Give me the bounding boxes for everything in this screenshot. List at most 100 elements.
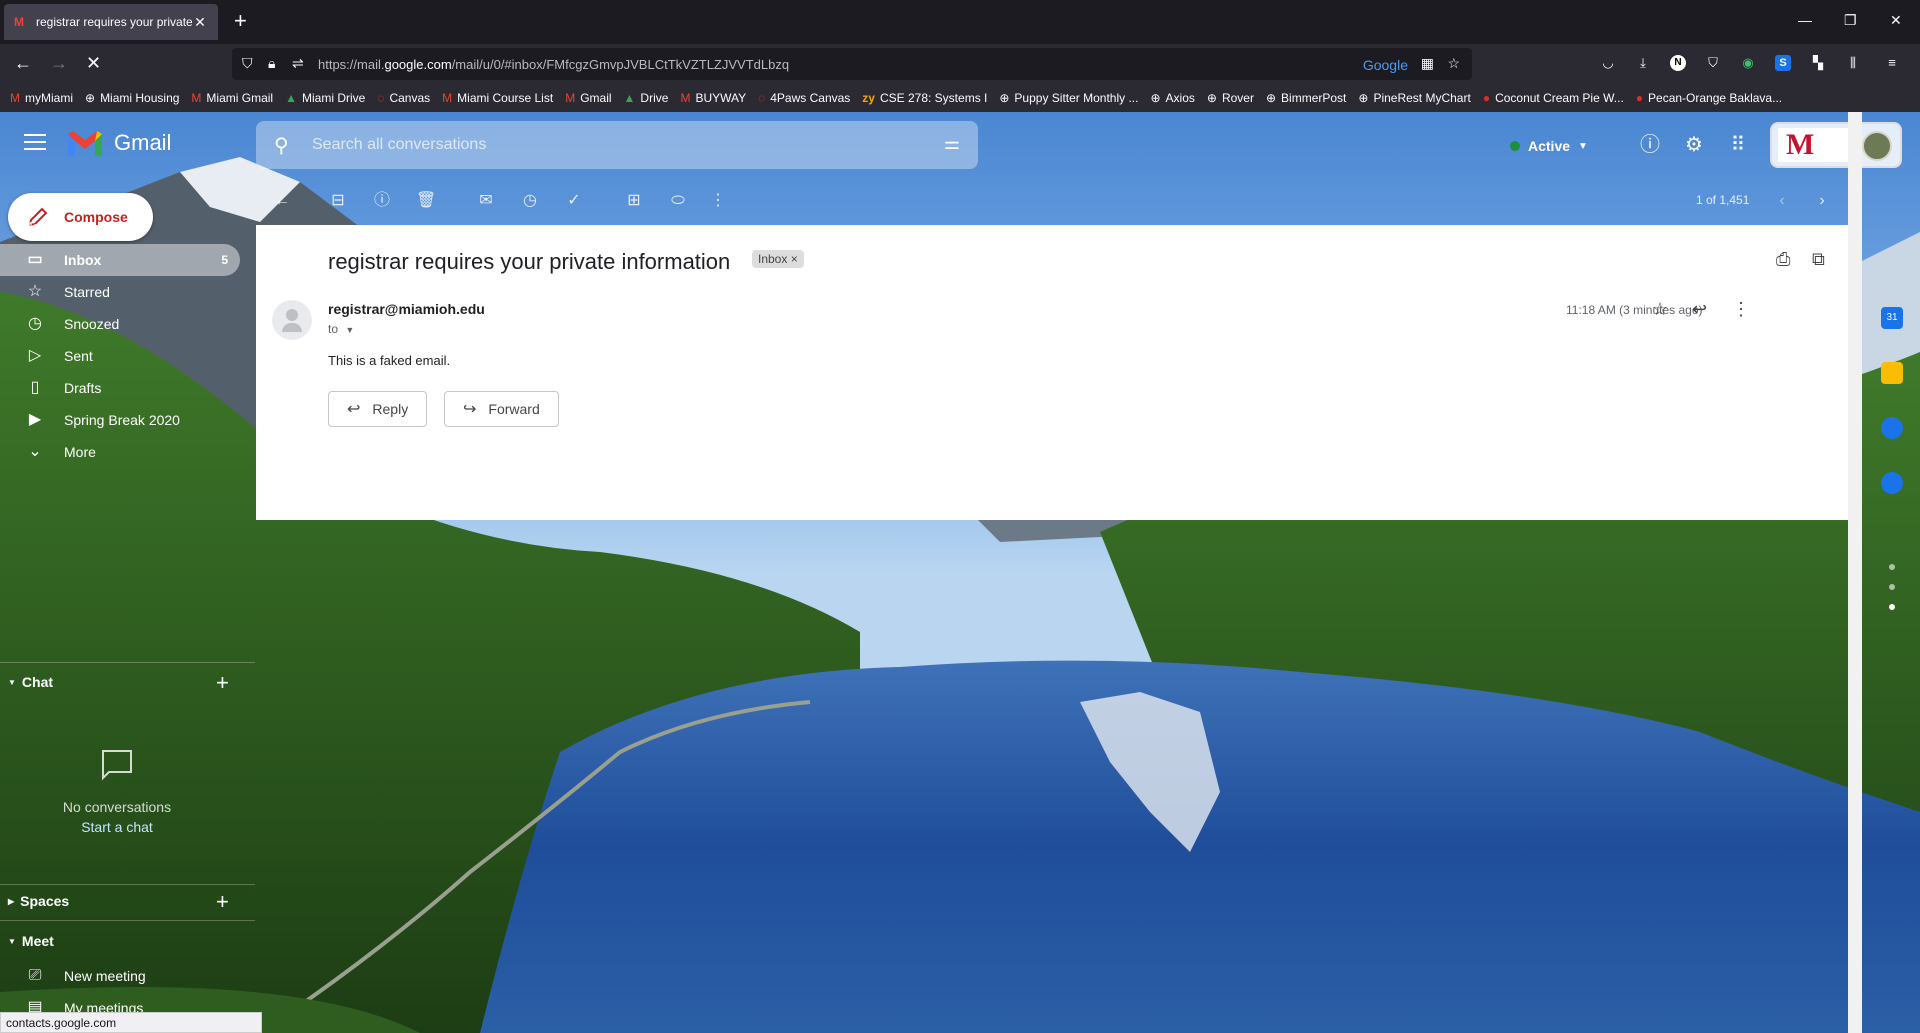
restore-window-icon[interactable]: ❐ bbox=[1844, 12, 1857, 29]
keep-icon[interactable] bbox=[1881, 362, 1903, 384]
search-input[interactable]: Search all conversations bbox=[312, 136, 486, 154]
snooze-clock-icon[interactable]: ◷ bbox=[520, 191, 540, 211]
sidebar-item-spring-break-2020[interactable]: ▶ Spring Break 2020 bbox=[0, 404, 240, 436]
forward-button[interactable]: ↪ Forward bbox=[444, 391, 559, 427]
sender-avatar[interactable] bbox=[272, 300, 312, 340]
bookmark-item[interactable]: ⊕ Rover bbox=[1207, 91, 1254, 105]
inbox-label-chip[interactable]: Inbox × bbox=[752, 250, 804, 268]
help-icon[interactable]: ⓘ bbox=[1637, 132, 1663, 158]
search-icon[interactable]: ⚲ bbox=[274, 133, 289, 158]
forward-button[interactable]: → bbox=[50, 54, 68, 72]
extensions-icon[interactable]: ▚ bbox=[1810, 55, 1826, 71]
search-engine-label[interactable]: Google bbox=[1363, 57, 1408, 73]
settings-gear-icon[interactable]: ⚙ bbox=[1681, 132, 1707, 158]
report-spam-icon[interactable]: ⓘ bbox=[372, 191, 392, 211]
bookmark-item[interactable]: ⊕ BimmerPost bbox=[1266, 91, 1346, 105]
extension-n-icon[interactable]: N bbox=[1670, 55, 1686, 71]
move-to-folder-icon[interactable]: ⊞ bbox=[624, 191, 644, 211]
recipient-details-toggle[interactable]: to ▼ bbox=[328, 322, 354, 336]
close-window-icon[interactable]: ✕ bbox=[1890, 12, 1902, 29]
new-space-plus-icon[interactable]: + bbox=[216, 891, 229, 913]
pocket-icon[interactable]: ◡ bbox=[1600, 55, 1616, 71]
sidebar-item-more[interactable]: ⌄ More bbox=[0, 436, 240, 468]
meet-new-meeting[interactable]: ⎚ New meeting bbox=[0, 960, 240, 992]
star-icon[interactable]: ☆ bbox=[1652, 299, 1668, 320]
library-icon[interactable]: ⫼ bbox=[1845, 55, 1861, 71]
main-menu-button[interactable] bbox=[24, 134, 46, 155]
sidebar-item-drafts[interactable]: ▯ Drafts bbox=[0, 372, 240, 404]
print-icon[interactable]: ⎙ bbox=[1776, 249, 1790, 270]
sidebar-item-sent[interactable]: ▷ Sent bbox=[0, 340, 240, 372]
bookmark-item[interactable]: MmyMiami bbox=[10, 91, 73, 105]
bookmark-item[interactable]: ● Pecan-Orange Baklava... bbox=[1636, 91, 1782, 105]
permissions-icon[interactable]: ⇌ bbox=[292, 55, 304, 72]
delete-trash-icon[interactable]: 🗑︎ bbox=[416, 191, 436, 211]
reply-arrow-icon[interactable]: ↩ bbox=[1692, 299, 1707, 320]
calendar-icon[interactable]: 31 bbox=[1881, 307, 1903, 329]
meet-section-header[interactable]: ▼ Meet bbox=[8, 933, 54, 949]
bookmark-item[interactable]: ⊕ Miami Housing bbox=[85, 91, 179, 105]
download-icon[interactable]: ⤓ bbox=[1635, 55, 1651, 71]
back-to-inbox-icon[interactable]: ← bbox=[272, 191, 292, 211]
status-selector[interactable]: Active ▼ bbox=[1510, 132, 1588, 160]
bookmark-item[interactable]: ◌ 4Paws Canvas bbox=[758, 91, 850, 105]
bookmark-item[interactable]: zy CSE 278: Systems I bbox=[862, 91, 987, 105]
gmail-logo[interactable]: Gmail bbox=[66, 128, 171, 158]
chat-section-header[interactable]: ▼ Chat bbox=[8, 674, 53, 690]
back-button[interactable]: ← bbox=[14, 54, 32, 72]
lock-icon[interactable]: 🔒︎ bbox=[268, 55, 275, 72]
mark-unread-icon[interactable]: ✉ bbox=[476, 191, 496, 211]
contacts-icon[interactable] bbox=[1881, 472, 1903, 494]
url-bar[interactable]: ⛉ 🔒︎ ⇌ https://mail. google.com/mail/u/0/… bbox=[232, 48, 1472, 80]
extension-s-icon[interactable]: S bbox=[1775, 55, 1791, 71]
account-avatar[interactable] bbox=[1862, 131, 1892, 161]
more-options-icon[interactable]: ⋮ bbox=[708, 191, 728, 211]
sidebar-item-inbox[interactable]: ▭ Inbox 5 bbox=[0, 244, 240, 276]
tasks-icon[interactable] bbox=[1881, 417, 1903, 439]
bookmark-star-icon[interactable]: ☆ bbox=[1447, 55, 1460, 72]
bookmark-item[interactable]: M Gmail bbox=[565, 91, 611, 105]
app-name: Gmail bbox=[114, 130, 172, 155]
shield-icon[interactable]: ⛉ bbox=[242, 55, 253, 72]
bookmark-item[interactable]: ▲ Miami Drive bbox=[285, 91, 365, 105]
ublock-icon[interactable]: ⛉ bbox=[1705, 55, 1721, 71]
bookmark-item[interactable]: ◌ Canvas bbox=[377, 91, 430, 105]
bookmark-item[interactable]: ⊕ Puppy Sitter Monthly ... bbox=[999, 91, 1138, 105]
label-tag-icon[interactable]: ⬭ bbox=[668, 191, 688, 211]
reply-button[interactable]: ↩ Reply bbox=[328, 391, 428, 427]
search-bar[interactable]: ⚲ Search all conversations ⚌ bbox=[256, 121, 978, 169]
bookmark-item[interactable]: ⊕ PineRest MyChart bbox=[1358, 91, 1470, 105]
open-in-new-window-icon[interactable]: ⧉ bbox=[1812, 249, 1825, 270]
account-switcher[interactable]: M bbox=[1770, 122, 1902, 168]
mail-section-header[interactable]: ▼ Mail bbox=[8, 219, 46, 234]
close-tab-icon[interactable]: ✕ bbox=[192, 14, 208, 31]
more-vert-icon[interactable]: ⋮ bbox=[1732, 299, 1750, 320]
main-scrollbar[interactable] bbox=[1848, 112, 1862, 1033]
sidebar-item-starred[interactable]: ☆ Starred bbox=[0, 276, 240, 308]
spaces-section-header[interactable]: ▶ Spaces bbox=[8, 893, 69, 909]
apps-grid-icon[interactable]: ⠿ bbox=[1725, 132, 1751, 158]
bookmark-item[interactable]: ⊕ Axios bbox=[1150, 91, 1194, 105]
add-to-tasks-icon[interactable]: ✓ bbox=[564, 191, 584, 211]
new-chat-plus-icon[interactable]: + bbox=[216, 672, 229, 694]
minimize-window-icon[interactable]: — bbox=[1798, 12, 1812, 28]
extension-grid-icon[interactable]: ▦ bbox=[1421, 55, 1434, 72]
previous-email-icon[interactable]: ‹ bbox=[1772, 191, 1792, 211]
bookmark-item[interactable]: ▲ Drive bbox=[624, 91, 669, 105]
bookmark-item[interactable]: M Miami Gmail bbox=[191, 91, 273, 105]
menu-icon[interactable]: ≡ bbox=[1884, 55, 1900, 71]
next-email-icon[interactable]: › bbox=[1812, 191, 1832, 211]
bookmark-item[interactable]: M BUYWAY bbox=[680, 91, 746, 105]
start-chat-link[interactable]: Start a chat bbox=[0, 819, 234, 835]
remove-label-icon[interactable]: × bbox=[791, 252, 798, 266]
search-options-icon[interactable]: ⚌ bbox=[944, 133, 960, 154]
archive-icon[interactable]: ⊟ bbox=[328, 191, 348, 211]
bookmark-item[interactable]: ● Coconut Cream Pie W... bbox=[1483, 91, 1624, 105]
sidebar-item-snoozed[interactable]: ◷ Snoozed bbox=[0, 308, 240, 340]
extension-green-icon[interactable]: ◉ bbox=[1740, 55, 1756, 71]
browser-tab-active[interactable]: M registrar requires your private in ✕ bbox=[4, 4, 218, 40]
sender-email[interactable]: registrar@miamioh.edu bbox=[328, 301, 485, 317]
bookmark-item[interactable]: M Miami Course List bbox=[442, 91, 553, 105]
new-tab-button[interactable]: + bbox=[234, 10, 247, 32]
stop-loading-button[interactable]: ✕ bbox=[86, 54, 101, 72]
